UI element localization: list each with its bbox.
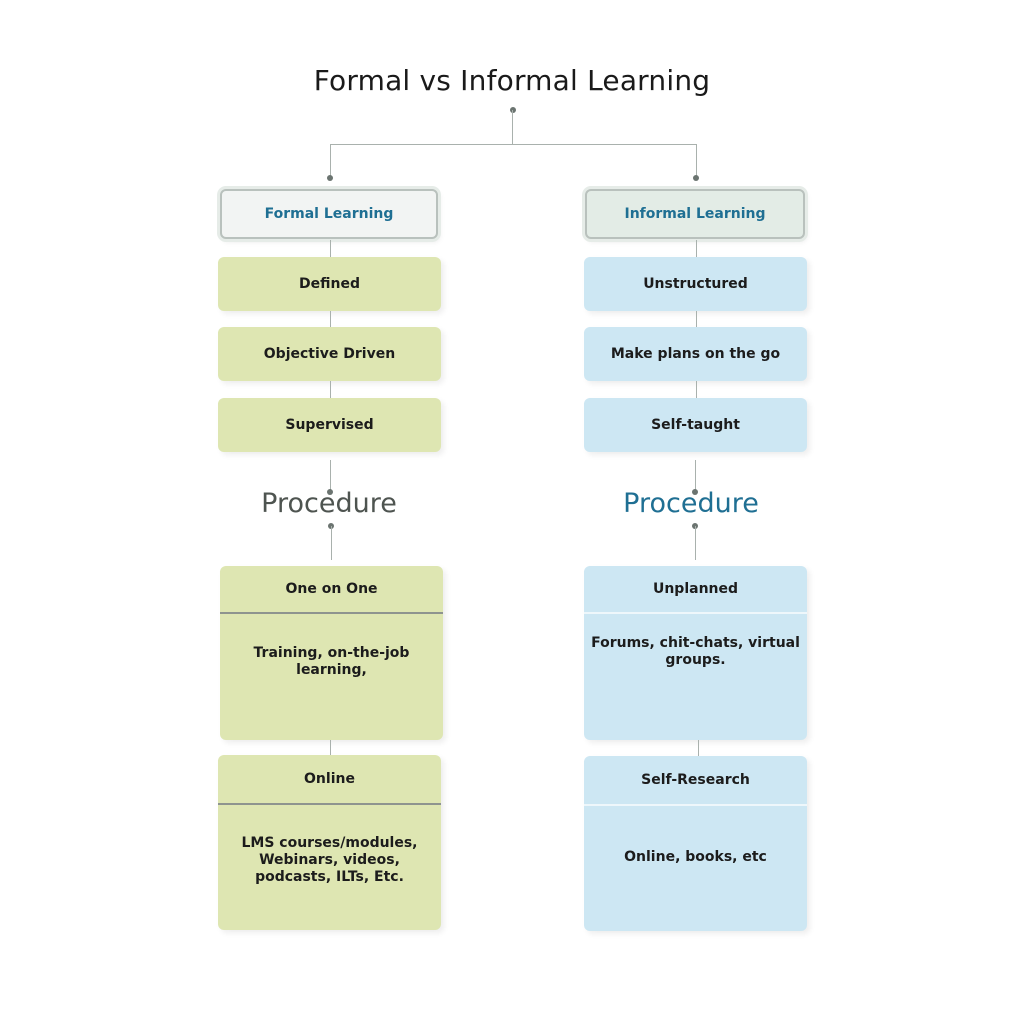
- informal-procedure-label: Procedure: [623, 488, 759, 519]
- connector-line: [330, 740, 331, 755]
- informal-trait-self-taught: Self-taught: [584, 398, 807, 452]
- connector-line: [512, 110, 513, 144]
- informal-learning-header: Informal Learning: [585, 189, 805, 239]
- connector-line: [698, 740, 699, 756]
- connector-dot: [327, 175, 333, 181]
- connector-dot: [693, 175, 699, 181]
- informal-trait-unstructured: Unstructured: [584, 257, 807, 311]
- formal-procedure-label: Procedure: [261, 488, 397, 519]
- connector-dot: [510, 107, 516, 113]
- connector-line: [696, 240, 697, 257]
- procedure-title: Self-Research: [584, 756, 807, 806]
- formal-procedure-one-on-one: One on One Training, on-the-job learning…: [220, 566, 443, 740]
- connector-line: [330, 240, 331, 257]
- connector-line: [330, 381, 331, 398]
- procedure-title: Unplanned: [584, 566, 807, 614]
- formal-procedure-online: Online LMS courses/modules, Webinars, vi…: [218, 755, 441, 930]
- connector-line: [696, 144, 697, 177]
- connector-line: [330, 311, 331, 327]
- connector-line: [695, 460, 696, 490]
- procedure-description: LMS courses/modules, Webinars, videos, p…: [241, 835, 418, 885]
- formal-trait-objective-driven: Objective Driven: [218, 327, 441, 381]
- procedure-description: Training, on-the-job learning,: [253, 645, 410, 678]
- connector-line: [330, 144, 696, 145]
- diagram-title: Formal vs Informal Learning: [313, 64, 711, 97]
- connector-line: [696, 381, 697, 398]
- procedure-description: Forums, chit-chats, virtual groups.: [591, 635, 800, 668]
- procedure-title: Online: [218, 755, 441, 805]
- formal-trait-supervised: Supervised: [218, 398, 441, 452]
- connector-line: [695, 526, 696, 560]
- formal-trait-defined: Defined: [218, 257, 441, 311]
- connector-line: [696, 311, 697, 327]
- connector-line: [331, 526, 332, 560]
- informal-procedure-unplanned: Unplanned Forums, chit-chats, virtual gr…: [584, 566, 807, 740]
- procedure-description: Online, books, etc: [624, 849, 767, 865]
- formal-learning-header: Formal Learning: [220, 189, 438, 239]
- connector-line: [330, 460, 331, 490]
- informal-trait-make-plans: Make plans on the go: [584, 327, 807, 381]
- informal-procedure-self-research: Self-Research Online, books, etc: [584, 756, 807, 931]
- connector-line: [330, 144, 331, 177]
- procedure-title: One on One: [220, 566, 443, 614]
